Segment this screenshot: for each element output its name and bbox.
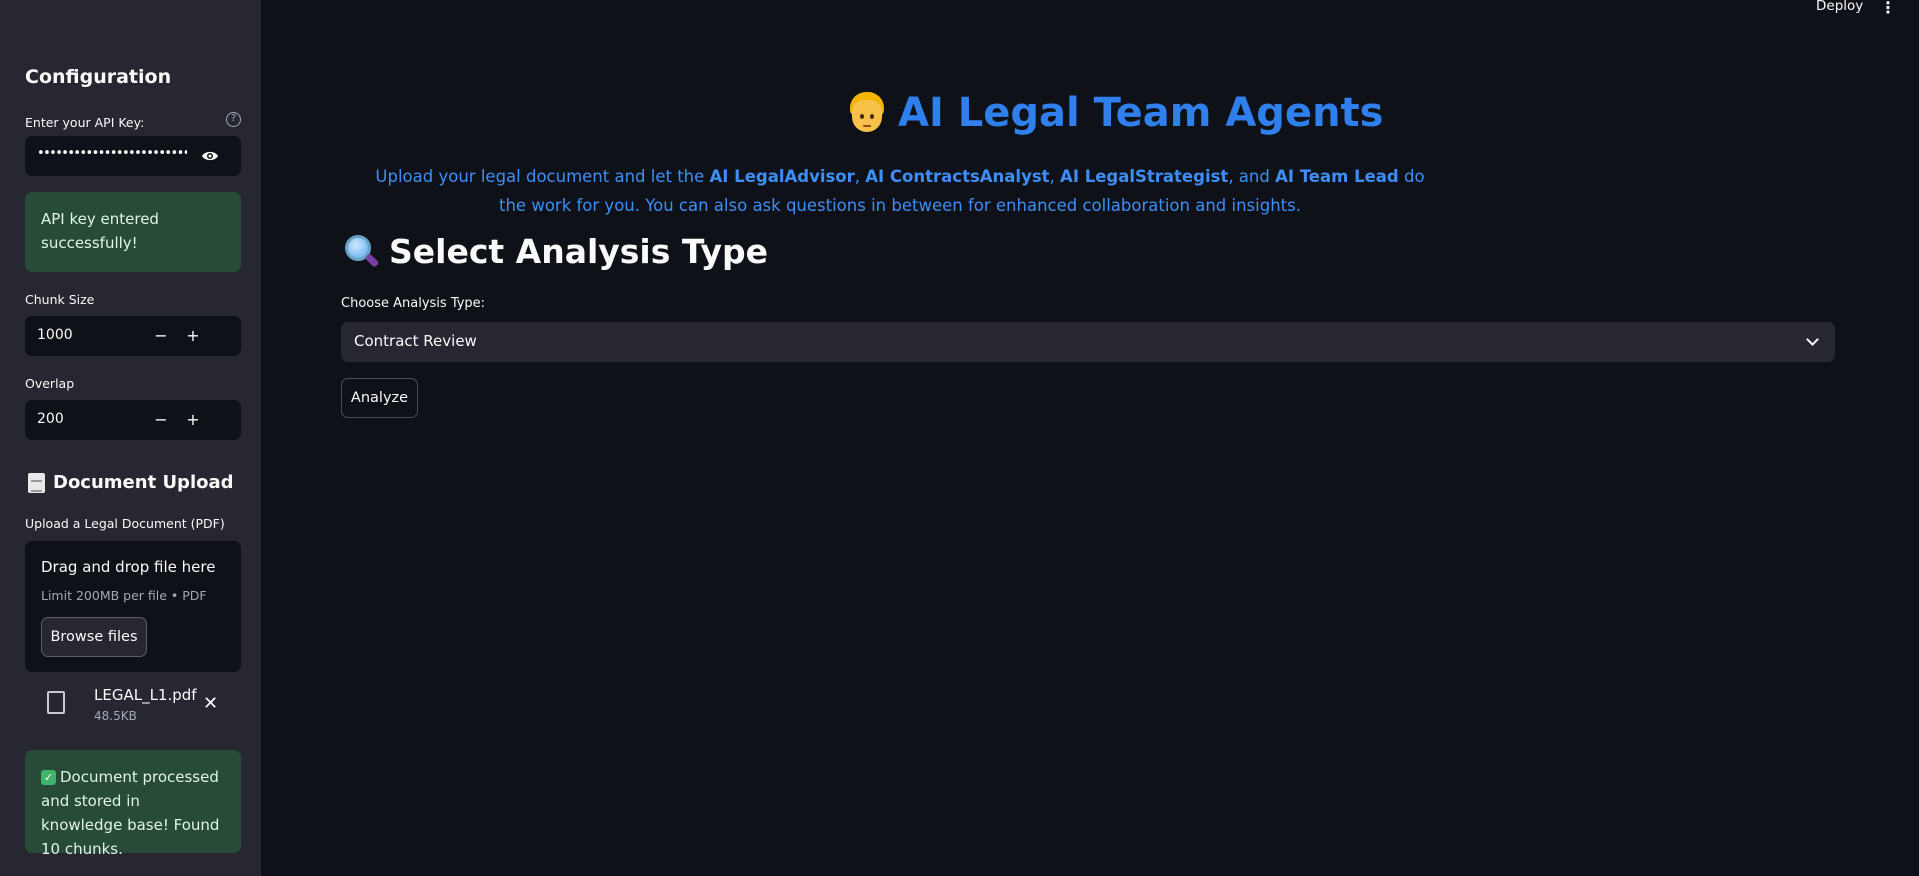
sidebar-title: Configuration <box>25 66 172 88</box>
overlap-value[interactable]: 200 <box>37 411 64 427</box>
api-key-label-row: Enter your API Key: ? <box>25 112 241 130</box>
intro-text: Upload your legal document and let the A… <box>360 162 1440 220</box>
file-size: 48.5KB <box>94 709 137 723</box>
question-circle-icon[interactable]: ? <box>226 112 241 127</box>
api-success-text: API key entered successfully! <box>41 210 159 252</box>
uploaded-file: LEGAL_L1.pdf 48.5KB ✕ <box>25 678 241 728</box>
chunk-size-value[interactable]: 1000 <box>37 327 73 343</box>
document-icon <box>28 472 45 493</box>
intro-agent-legal-strategist: AI LegalStrategist <box>1060 167 1229 186</box>
document-upload-title: Document Upload <box>53 472 234 493</box>
browse-files-button[interactable]: Browse files <box>41 617 147 657</box>
section-title: Select Analysis Type <box>389 232 768 271</box>
file-icon <box>47 691 65 714</box>
analysis-type-select[interactable]: Contract Review <box>341 322 1835 362</box>
api-key-value[interactable]: •••••••••••••••••••••••••••••••• <box>37 146 187 161</box>
overlap-decrement-button[interactable]: − <box>149 408 173 432</box>
overlap-label: Overlap <box>25 376 75 391</box>
chunk-size-increment-button[interactable]: + <box>181 324 205 348</box>
intro-part: , <box>1049 167 1061 186</box>
deploy-button[interactable]: Deploy <box>1816 0 1863 14</box>
analysis-type-value[interactable]: Contract Review <box>354 332 477 350</box>
file-dropzone[interactable]: Drag and drop file here Limit 200MB per … <box>25 541 241 672</box>
processed-text: Document processed and stored in knowled… <box>41 768 220 858</box>
magnifying-glass-icon <box>343 234 380 270</box>
kebab-menu-icon[interactable]: ⋮ <box>1880 0 1896 17</box>
overlap-stepper[interactable]: 200 − + <box>25 400 241 440</box>
check-icon: ✓ <box>41 770 56 785</box>
analyze-button[interactable]: Analyze <box>341 378 418 418</box>
intro-part: Upload your legal document and let the <box>375 167 710 186</box>
analysis-type-label: Choose Analysis Type: <box>341 296 486 311</box>
api-key-input[interactable]: •••••••••••••••••••••••••••••••• <box>25 136 241 176</box>
file-name: LEGAL_L1.pdf <box>94 686 197 704</box>
dropzone-title: Drag and drop file here <box>41 558 216 576</box>
api-success-alert: API key entered successfully! <box>25 192 241 272</box>
processed-alert: ✓ Document processed and stored in knowle… <box>25 750 241 858</box>
api-key-label: Enter your API Key: <box>25 115 145 130</box>
intro-agent-legal-advisor: AI LegalAdvisor <box>709 167 855 186</box>
intro-agent-team-lead: AI Team Lead <box>1275 167 1399 186</box>
remove-file-icon[interactable]: ✕ <box>203 693 218 714</box>
page-title-text: AI Legal Team Agents <box>898 90 1384 136</box>
document-upload-heading: Document Upload <box>28 472 234 493</box>
overlap-increment-button[interactable]: + <box>181 408 205 432</box>
page-title: AI Legal Team Agents <box>848 90 1383 136</box>
chevron-down-icon[interactable] <box>1806 333 1819 346</box>
eye-icon[interactable] <box>201 149 219 163</box>
sidebar: Configuration Enter your API Key: ? ••••… <box>0 0 261 876</box>
person-face-icon <box>848 92 886 134</box>
intro-part: , <box>854 167 866 186</box>
chunk-size-decrement-button[interactable]: − <box>149 324 173 348</box>
intro-agent-contracts-analyst: AI ContractsAnalyst <box>865 167 1050 186</box>
upload-label: Upload a Legal Document (PDF) <box>25 516 225 531</box>
section-heading: Select Analysis Type <box>343 232 768 271</box>
dropzone-limit: Limit 200MB per file • PDF <box>41 588 207 603</box>
chunk-size-stepper[interactable]: 1000 − + <box>25 316 241 356</box>
intro-part: , and <box>1228 167 1276 186</box>
chunk-size-label: Chunk Size <box>25 292 95 307</box>
